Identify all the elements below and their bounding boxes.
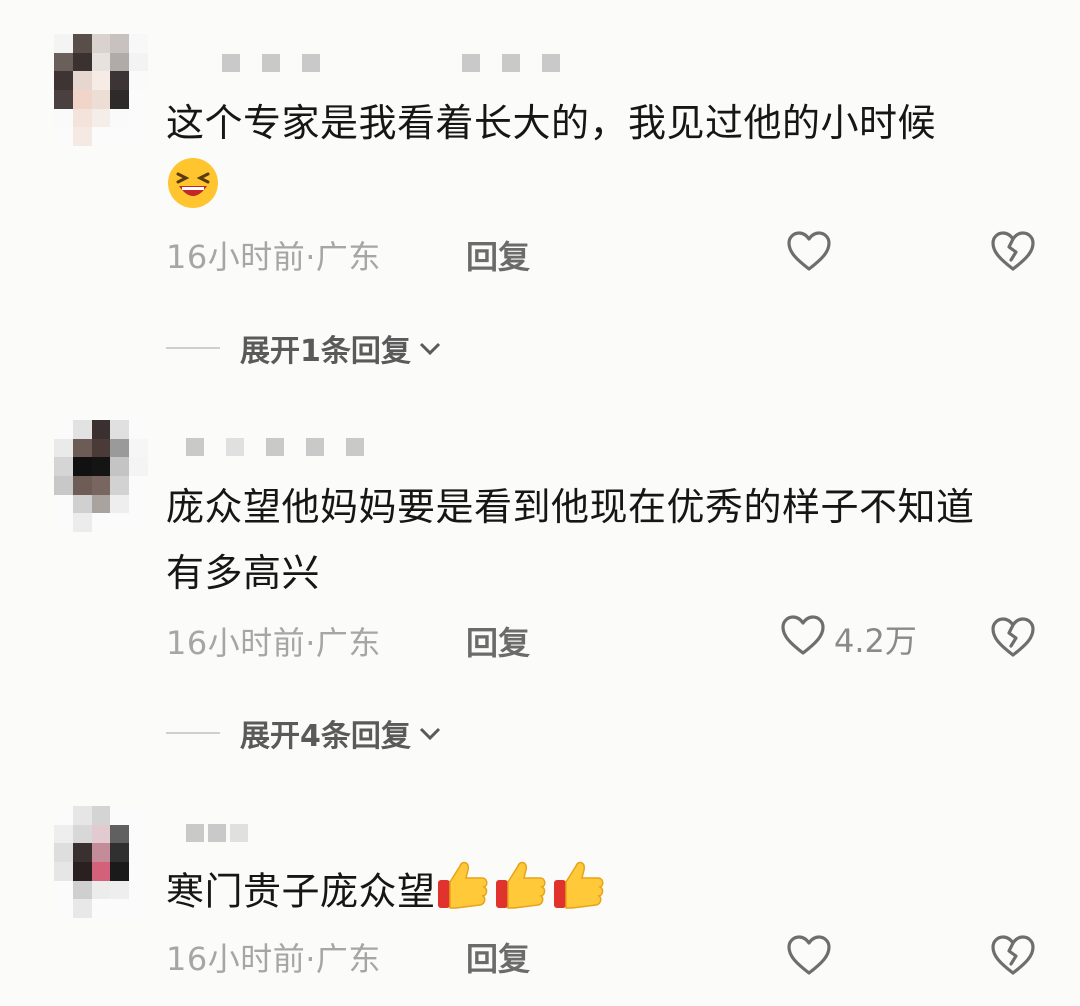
thumbs-up-icon [436, 856, 616, 932]
heart-icon [786, 934, 832, 984]
meta-separator: · [305, 940, 316, 978]
comment-meta: 16小时前·广东 [166, 934, 381, 980]
dislike-button[interactable] [990, 934, 1036, 980]
comment-text-content: 寒门贵子庞众望 [166, 869, 436, 914]
username-masked[interactable] [186, 824, 248, 842]
comment-time: 16小时前 [166, 940, 306, 978]
broken-heart-icon [990, 935, 1036, 980]
comment-location: 广东 [315, 940, 381, 978]
comment-text: 寒门贵子庞众望 [166, 856, 1026, 932]
reply-button[interactable]: 回复 [466, 934, 530, 980]
like-button[interactable] [786, 934, 840, 984]
comment-item: 寒门贵子庞众望 16小时前·广东 回复 [0, 0, 1080, 1006]
avatar[interactable] [54, 806, 148, 918]
